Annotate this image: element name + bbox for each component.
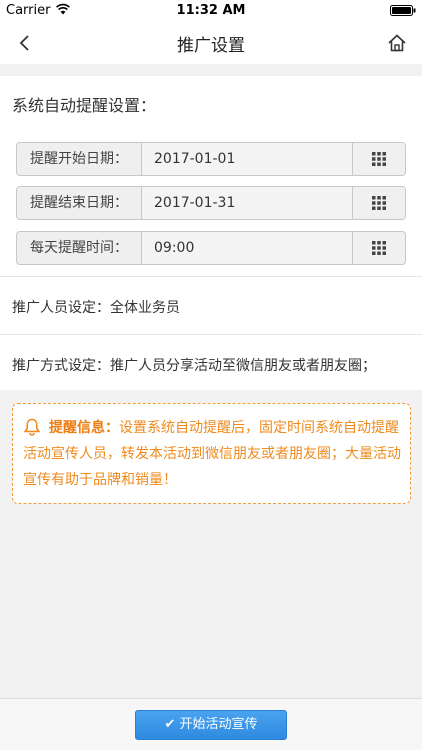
daily-time-picker-button[interactable] bbox=[352, 232, 405, 264]
end-date-label: 提醒结束日期： bbox=[17, 187, 142, 219]
start-date-label: 提醒开始日期： bbox=[17, 143, 142, 175]
daily-time-label: 每天提醒时间： bbox=[17, 232, 142, 264]
end-date-row: 提醒结束日期： bbox=[16, 186, 406, 220]
end-date-input[interactable] bbox=[142, 187, 354, 219]
method-setting-value: 推广人员分享活动至微信朋友或者朋友圈； bbox=[110, 358, 376, 374]
staff-setting: 推广人员设定：全体业务员 bbox=[12, 297, 180, 317]
start-promotion-button[interactable]: ✔ 开始活动宣传 bbox=[135, 710, 287, 740]
end-date-picker-button[interactable] bbox=[352, 187, 405, 219]
notice-text: 提醒信息：设置系统自动提醒后，固定时间系统自动提醒活动宣传人员，转发本活动到微信… bbox=[23, 415, 403, 493]
divider bbox=[0, 276, 422, 277]
start-date-row: 提醒开始日期： bbox=[16, 142, 406, 176]
settings-panel: 系统自动提醒设置： 提醒开始日期： 提醒结束日期： 每天提醒时间： bbox=[0, 76, 422, 390]
notice-title: 提醒信息： bbox=[49, 420, 119, 436]
nav-bar: 推广设置 bbox=[0, 22, 422, 64]
divider bbox=[0, 334, 422, 335]
status-bar: Carrier 11:32 AM bbox=[0, 0, 422, 22]
home-icon[interactable] bbox=[386, 32, 408, 54]
start-date-input[interactable] bbox=[142, 143, 354, 175]
method-setting: 推广方式设定：推广人员分享活动至微信朋友或者朋友圈； bbox=[12, 355, 376, 375]
bottom-bar: ✔ 开始活动宣传 bbox=[0, 698, 422, 750]
grid-icon bbox=[372, 196, 386, 210]
start-date-picker-button[interactable] bbox=[352, 143, 405, 175]
daily-time-input[interactable] bbox=[142, 232, 354, 264]
grid-icon bbox=[372, 241, 386, 255]
page-title: 推广设置 bbox=[177, 36, 245, 56]
daily-time-row: 每天提醒时间： bbox=[16, 231, 406, 265]
start-promotion-label: 开始活动宣传 bbox=[179, 717, 258, 732]
battery-icon bbox=[390, 5, 416, 16]
staff-setting-value: 全体业务员 bbox=[110, 300, 180, 316]
method-setting-label: 推广方式设定： bbox=[12, 358, 110, 374]
grid-icon bbox=[372, 152, 386, 166]
status-time: 11:32 AM bbox=[176, 3, 246, 18]
staff-setting-label: 推广人员设定： bbox=[12, 300, 110, 316]
reminder-notice: 提醒信息：设置系统自动提醒后，固定时间系统自动提醒活动宣传人员，转发本活动到微信… bbox=[12, 403, 411, 504]
check-icon: ✔ bbox=[164, 717, 176, 732]
section-title: 系统自动提醒设置： bbox=[12, 96, 157, 115]
